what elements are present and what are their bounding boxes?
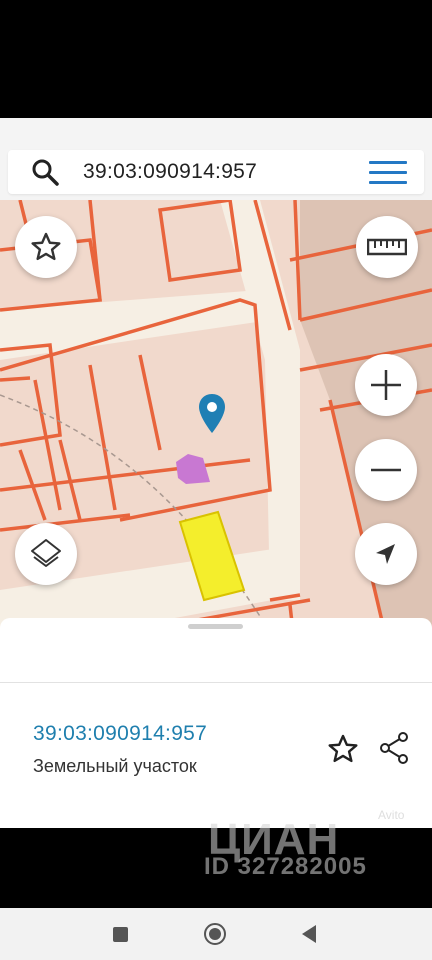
star-outline-icon[interactable] bbox=[326, 732, 360, 766]
cadastral-map-app: 39:03:090914:957 39:03:090914:957 Земель… bbox=[0, 118, 432, 828]
ruler-icon bbox=[367, 238, 407, 256]
my-location-button[interactable] bbox=[355, 523, 417, 585]
search-icon[interactable] bbox=[30, 158, 64, 186]
search-bar[interactable]: 39:03:090914:957 bbox=[8, 150, 424, 194]
ruler-button[interactable] bbox=[356, 216, 418, 278]
circle-icon[interactable] bbox=[204, 923, 226, 945]
search-query[interactable]: 39:03:090914:957 bbox=[83, 160, 257, 184]
zoom-out-button[interactable] bbox=[355, 439, 417, 501]
location-pin-icon[interactable] bbox=[197, 393, 227, 435]
parcel-info-sheet[interactable]: 39:03:090914:957 Земельный участок bbox=[0, 618, 432, 828]
layers-button[interactable] bbox=[15, 523, 77, 585]
sheet-drag-handle[interactable] bbox=[188, 624, 243, 629]
minus-icon bbox=[371, 468, 401, 472]
android-navigation-bar bbox=[0, 908, 432, 960]
plus-icon bbox=[371, 370, 401, 400]
square-icon[interactable] bbox=[113, 927, 128, 942]
watermark-listing-id: ID 327282005 bbox=[204, 853, 367, 880]
navigation-arrow-icon bbox=[376, 544, 395, 564]
favorite-button[interactable] bbox=[15, 216, 77, 278]
map-road bbox=[0, 290, 270, 360]
star-outline-icon bbox=[31, 232, 61, 261]
hamburger-menu-icon[interactable] bbox=[369, 161, 407, 185]
layers-icon bbox=[31, 539, 61, 567]
parcel-cadastral-number[interactable]: 39:03:090914:957 bbox=[33, 722, 207, 746]
triangle-back-icon[interactable] bbox=[302, 925, 316, 943]
divider bbox=[0, 682, 432, 683]
share-icon[interactable] bbox=[376, 730, 412, 766]
zoom-in-button[interactable] bbox=[355, 354, 417, 416]
map-road bbox=[220, 200, 300, 600]
parcel-type-label: Земельный участок bbox=[33, 756, 197, 776]
status-bar-area bbox=[0, 0, 432, 118]
avito-watermark: Avito bbox=[378, 808, 405, 822]
building-footprint bbox=[176, 454, 210, 484]
